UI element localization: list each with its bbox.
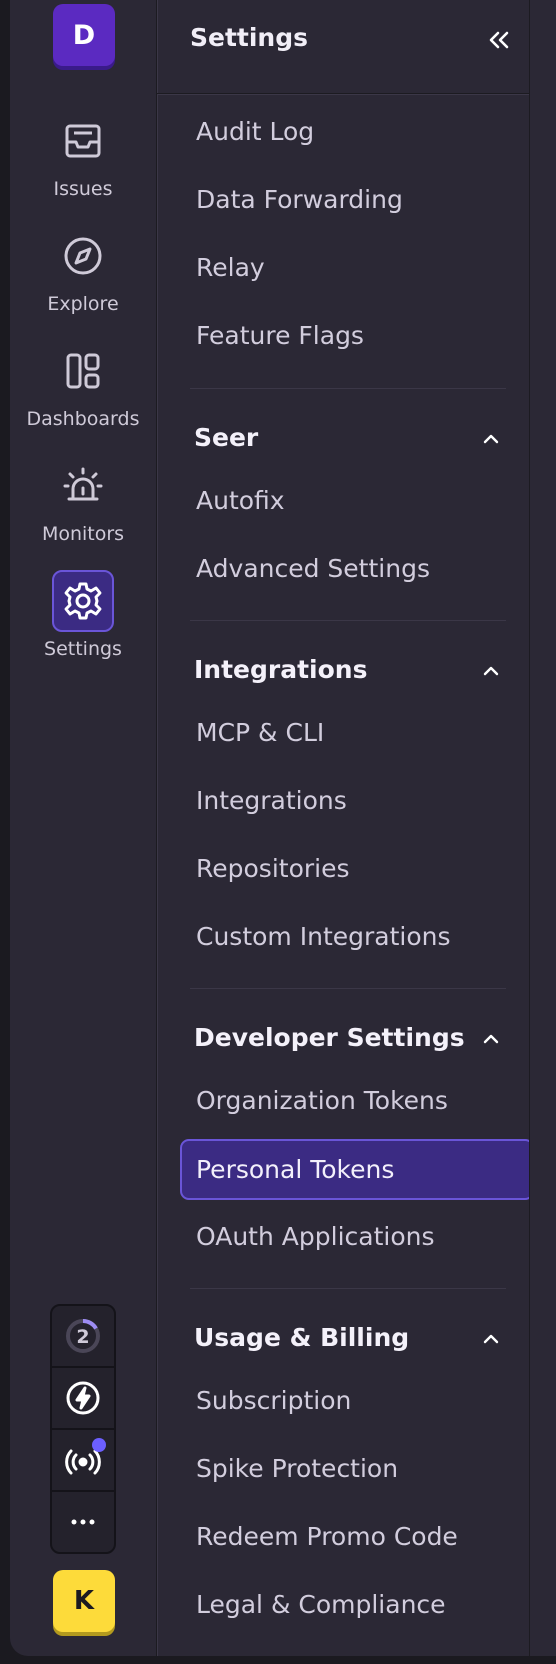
nav-label-dashboards: Dashboards	[26, 408, 140, 430]
section-divider	[190, 388, 506, 389]
app-frame: D Issues Explore Dashboards Monitors Set…	[10, 0, 556, 1656]
dashboard-icon	[52, 340, 114, 402]
nav-label-explore: Explore	[47, 293, 119, 315]
menu-link-custom-integrations[interactable]: Custom Integrations	[196, 922, 451, 951]
onboarding-count: 2	[76, 1326, 89, 1348]
more-icon	[71, 1519, 95, 1525]
chevron-up-icon[interactable]	[479, 427, 503, 451]
nav-item-settings[interactable]: Settings	[10, 570, 156, 660]
collapse-sidebar-button[interactable]	[479, 22, 519, 58]
more-button[interactable]	[52, 1492, 114, 1552]
section-header-usage-billing[interactable]: Usage & Billing	[194, 1323, 494, 1352]
chevron-up-icon[interactable]	[479, 1027, 503, 1051]
menu-link-autofix[interactable]: Autofix	[196, 486, 285, 515]
unread-badge	[92, 1438, 106, 1452]
menu-link-subscription[interactable]: Subscription	[196, 1386, 351, 1415]
inbox-icon	[52, 110, 114, 172]
menu-link-mcp-cli[interactable]: MCP & CLI	[196, 718, 324, 747]
menu-link-repositories[interactable]: Repositories	[196, 854, 350, 883]
user-avatar[interactable]: K	[53, 1570, 115, 1632]
section-divider	[190, 620, 506, 621]
panel-edge	[529, 0, 548, 1656]
primary-nav-rail: D Issues Explore Dashboards Monitors Set…	[10, 0, 157, 1656]
section-header-seer[interactable]: Seer	[194, 423, 494, 452]
panel-title: Settings	[190, 23, 309, 52]
org-avatar[interactable]: D	[53, 4, 115, 66]
menu-link-spike-protection[interactable]: Spike Protection	[196, 1454, 398, 1483]
section-divider	[190, 1288, 506, 1289]
compass-icon	[52, 225, 114, 287]
nav-label-monitors: Monitors	[41, 523, 125, 545]
menu-link-data-forwarding[interactable]: Data Forwarding	[196, 185, 403, 214]
menu-link-advanced-settings[interactable]: Advanced Settings	[196, 554, 430, 583]
menu-link-redeem-promo-code[interactable]: Redeem Promo Code	[196, 1522, 458, 1551]
siren-icon	[52, 455, 114, 517]
chevron-up-icon[interactable]	[479, 1327, 503, 1351]
double-chevron-left-icon	[489, 31, 509, 49]
section-divider	[190, 988, 506, 989]
nav-item-monitors[interactable]: Monitors	[10, 455, 156, 545]
menu-link-personal-tokens[interactable]: Personal Tokens	[180, 1139, 534, 1200]
section-header-integrations[interactable]: Integrations	[194, 655, 494, 684]
settings-panel: Settings Audit Log Data Forwarding Relay…	[157, 0, 548, 1656]
broadcast-button[interactable]	[52, 1430, 114, 1492]
nav-item-issues[interactable]: Issues	[10, 110, 156, 200]
menu-link-relay[interactable]: Relay	[196, 253, 265, 282]
menu-link-legal-compliance[interactable]: Legal & Compliance	[196, 1590, 446, 1619]
onboarding-progress-icon: 2	[66, 1318, 100, 1353]
whats-new-button[interactable]	[52, 1368, 114, 1430]
menu-link-audit-log[interactable]: Audit Log	[196, 117, 314, 146]
gear-icon	[52, 570, 114, 632]
onboarding-progress-button[interactable]: 2	[52, 1306, 114, 1368]
nav-label-issues: Issues	[53, 178, 113, 200]
menu-link-integrations[interactable]: Integrations	[196, 786, 347, 815]
panel-header: Settings	[157, 0, 547, 94]
nav-label-settings: Settings	[44, 638, 122, 660]
nav-item-dashboards[interactable]: Dashboards	[10, 340, 156, 430]
chevron-up-icon[interactable]	[479, 659, 503, 683]
whats-new-icon	[66, 1381, 100, 1415]
menu-link-oauth-applications[interactable]: OAuth Applications	[196, 1222, 435, 1251]
menu-link-feature-flags[interactable]: Feature Flags	[196, 321, 364, 350]
nav-item-explore[interactable]: Explore	[10, 225, 156, 315]
section-header-developer-settings[interactable]: Developer Settings	[194, 1023, 494, 1052]
tools-group: 2	[50, 1304, 116, 1554]
menu-link-organization-tokens[interactable]: Organization Tokens	[196, 1086, 448, 1115]
